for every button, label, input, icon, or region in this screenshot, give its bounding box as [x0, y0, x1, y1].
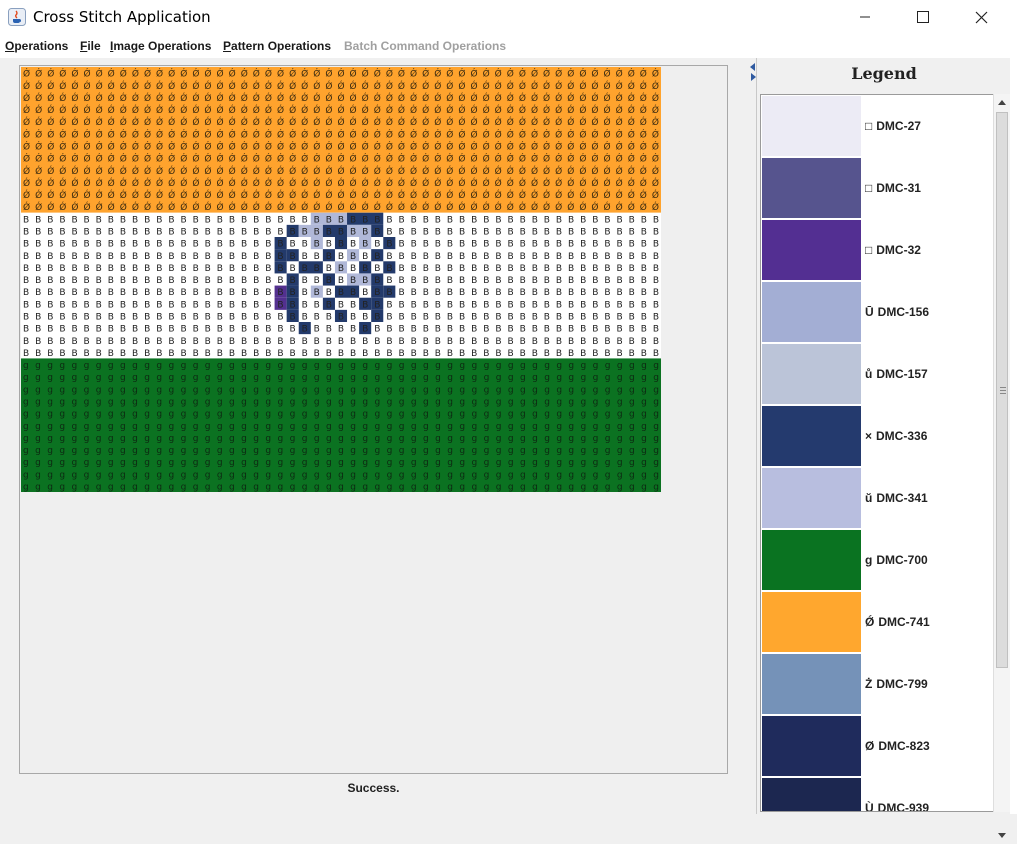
scroll-up-arrow[interactable] — [994, 94, 1010, 110]
scroll-down-arrow[interactable] — [994, 828, 1010, 844]
legend-color-swatch — [762, 282, 861, 342]
legend-scrollbar[interactable] — [993, 94, 1010, 838]
legend-item-label: □ DMC-32 — [865, 243, 921, 257]
close-icon — [975, 11, 987, 23]
legend-item-symbol: □ — [865, 243, 873, 257]
legend-item-label: g DMC-700 — [865, 553, 928, 567]
close-button[interactable] — [952, 0, 1010, 34]
menu-operations[interactable]: Operations — [5, 39, 68, 53]
legend-item[interactable]: □ DMC-32 — [761, 219, 994, 281]
menu-operations-label: perations — [14, 39, 69, 53]
legend-color-swatch — [762, 530, 861, 590]
menu-bar: Operations File Image Operations Pattern… — [0, 34, 1010, 58]
legend-item-symbol: Ø — [865, 739, 875, 753]
menu-image-operations[interactable]: Image Operations — [110, 39, 211, 53]
scroll-grip — [1000, 390, 1006, 391]
maximize-icon — [917, 11, 929, 23]
legend-color-swatch — [762, 406, 861, 466]
legend-item[interactable]: ŭ DMC-341 — [761, 467, 994, 529]
legend-item[interactable]: Ǿ DMC-741 — [761, 591, 994, 653]
maximize-button[interactable] — [894, 0, 952, 34]
menu-image-operations-label: mage Operations — [113, 39, 212, 53]
legend-item-label: ŭ DMC-341 — [865, 491, 928, 505]
legend-panel: Legend □ DMC-27 □ DMC-31 □ DMC-32 Ū DMC-156 ů DMC… — [758, 58, 1010, 838]
legend-item-code: DMC-939 — [877, 801, 930, 812]
legend-item-code: DMC-32 — [876, 243, 921, 257]
legend-item-symbol: × — [865, 429, 873, 443]
minimize-button[interactable] — [836, 0, 894, 34]
legend-item[interactable]: Ø DMC-823 — [761, 715, 994, 777]
legend-color-swatch — [762, 96, 861, 156]
background-window-edge — [1010, 0, 1017, 814]
legend-item[interactable]: × DMC-336 — [761, 405, 994, 467]
legend-item-code: DMC-700 — [876, 553, 928, 567]
legend-item-symbol: □ — [865, 119, 873, 133]
legend-item-label: Ū DMC-156 — [865, 305, 929, 319]
menu-operations-mnemonic: O — [5, 39, 15, 53]
legend-item-code: DMC-341 — [876, 491, 928, 505]
cross-stitch-pattern[interactable]: ǾǾǾǾǾǾǾǾǾǾǾǾǾǾǾǾǾǾǾǾǾǾǾǾǾǾǾǾǾǾǾǾǾǾǾǾǾǾǾǾ… — [21, 67, 661, 492]
legend-item[interactable]: g DMC-700 — [761, 529, 994, 591]
legend-item-code: DMC-336 — [876, 429, 928, 443]
minimize-icon — [860, 16, 870, 18]
legend-item[interactable]: □ DMC-27 — [761, 95, 994, 157]
legend-item-symbol: ů — [865, 367, 873, 381]
legend-item-code: DMC-157 — [876, 367, 928, 381]
legend-item-code: DMC-823 — [878, 739, 930, 753]
chevron-down-icon — [998, 833, 1006, 838]
legend-color-swatch — [762, 778, 861, 811]
legend-item[interactable]: □ DMC-31 — [761, 157, 994, 219]
legend-title: Legend — [851, 64, 917, 83]
legend-color-swatch — [762, 468, 861, 528]
legend-item[interactable]: Ż DMC-799 — [761, 653, 994, 715]
legend-item-label: Ǿ DMC-741 — [865, 615, 930, 629]
scroll-grip — [1000, 387, 1006, 388]
window-title: Cross Stitch Application — [33, 8, 211, 26]
menu-pattern-operations[interactable]: Pattern Operations — [223, 39, 331, 53]
legend-item-symbol: g — [865, 553, 873, 567]
legend-item[interactable]: ů DMC-157 — [761, 343, 994, 405]
legend-item-label: □ DMC-27 — [865, 119, 921, 133]
legend-item-code: DMC-799 — [876, 677, 928, 691]
menu-file[interactable]: File — [80, 39, 101, 53]
menu-pattern-operations-mnemonic: P — [223, 39, 232, 53]
legend-color-swatch — [762, 220, 861, 280]
legend-item-symbol: Ǿ — [865, 615, 875, 629]
legend-item-label: □ DMC-31 — [865, 181, 921, 195]
legend-item-label: Ż DMC-799 — [865, 677, 928, 691]
legend-item-label: Ù DMC-939 — [865, 801, 930, 812]
legend-item-code: DMC-741 — [878, 615, 930, 629]
legend-item-code: DMC-31 — [876, 181, 921, 195]
legend-item-symbol: □ — [865, 181, 873, 195]
legend-item-symbol: Ū — [865, 305, 874, 319]
legend-color-swatch — [762, 654, 861, 714]
legend-item-label: Ø DMC-823 — [865, 739, 930, 753]
legend-item-label: ů DMC-157 — [865, 367, 928, 381]
legend-item[interactable]: Ū DMC-156 — [761, 281, 994, 343]
legend-item-label: × DMC-336 — [865, 429, 927, 443]
legend-color-swatch — [762, 592, 861, 652]
title-bar: Cross Stitch Application — [0, 0, 1010, 34]
legend-item-symbol: ŭ — [865, 491, 873, 505]
legend-color-swatch — [762, 716, 861, 776]
scroll-grip — [1000, 393, 1006, 394]
legend-color-swatch — [762, 158, 861, 218]
split-pane-divider[interactable] — [756, 58, 757, 814]
legend-color-swatch — [762, 344, 861, 404]
menu-batch-command-operations: Batch Command Operations — [344, 39, 507, 53]
legend-item-code: DMC-27 — [876, 119, 921, 133]
legend-item-code: DMC-156 — [877, 305, 930, 319]
menu-pattern-operations-label: attern Operations — [231, 39, 332, 53]
chevron-up-icon — [998, 100, 1006, 105]
scroll-thumb[interactable] — [996, 112, 1008, 668]
legend-item[interactable]: Ù DMC-939 — [761, 777, 994, 812]
java-app-icon — [8, 8, 26, 26]
legend-item-symbol: Ù — [865, 801, 874, 812]
legend-item-symbol: Ż — [865, 677, 873, 691]
status-message: Success. — [347, 781, 400, 795]
menu-file-label: ile — [87, 39, 101, 53]
legend-list[interactable]: □ DMC-27 □ DMC-31 □ DMC-32 Ū DMC-156 ů DMC-157 × DM… — [760, 94, 995, 812]
